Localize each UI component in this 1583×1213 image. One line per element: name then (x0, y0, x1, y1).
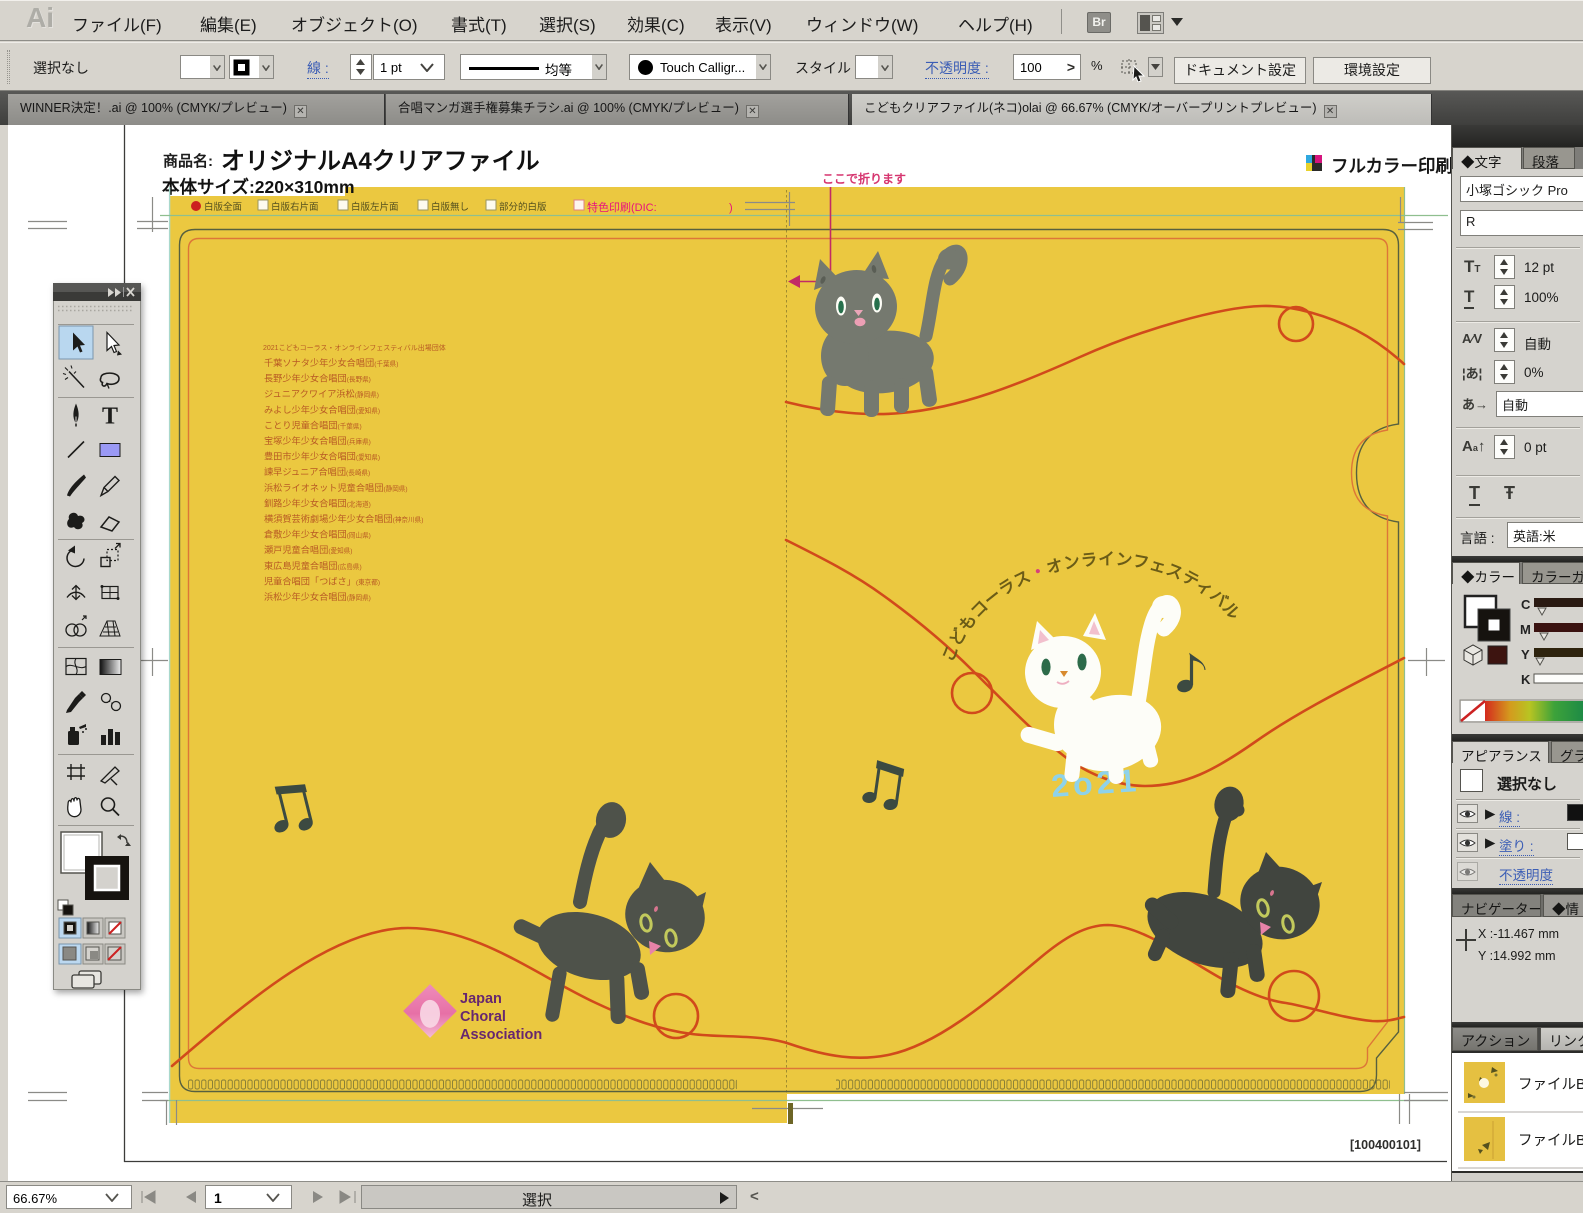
svg-text:Association: Association (460, 1027, 542, 1043)
svg-text:[100400101]: [100400101] (1350, 1138, 1421, 1152)
svg-text:K: K (1521, 672, 1531, 687)
svg-text:Y: Y (1521, 647, 1530, 662)
svg-text:本体サイズ:220×310mm: 本体サイズ:220×310mm (162, 177, 355, 197)
svg-text:特色印刷(DIC:: 特色印刷(DIC: (587, 200, 657, 214)
svg-text:部分的白版: 部分的白版 (499, 201, 547, 213)
svg-text:ここで折ります: ここで折ります (822, 171, 906, 186)
svg-text:ファイルB: ファイルB (1518, 1077, 1583, 1093)
svg-text:商品名:: 商品名: (163, 152, 213, 170)
svg-text:フルカラー印刷: フルカラー印刷 (1331, 156, 1451, 176)
svg-text:ファイルB: ファイルB (1518, 1133, 1583, 1149)
svg-text:T: T (102, 404, 118, 430)
svg-text:): ) (729, 202, 733, 214)
svg-text:白版左片面: 白版左片面 (351, 201, 399, 213)
svg-text:白版全面: 白版全面 (204, 201, 242, 213)
svg-text:Choral: Choral (460, 1009, 506, 1025)
svg-text:Japan: Japan (460, 991, 502, 1007)
svg-text:2021こどもコーラス・オンラインフェスティバル出場団体: 2021こどもコーラス・オンラインフェスティバル出場団体 (263, 343, 446, 352)
svg-text:白版無し: 白版無し (431, 201, 469, 213)
svg-text:白版右片面: 白版右片面 (271, 201, 319, 213)
svg-text:C: C (1521, 597, 1531, 612)
svg-text:オリジナルA4クリアファイル: オリジナルA4クリアファイル (221, 148, 540, 175)
svg-text:M: M (1520, 622, 1531, 637)
